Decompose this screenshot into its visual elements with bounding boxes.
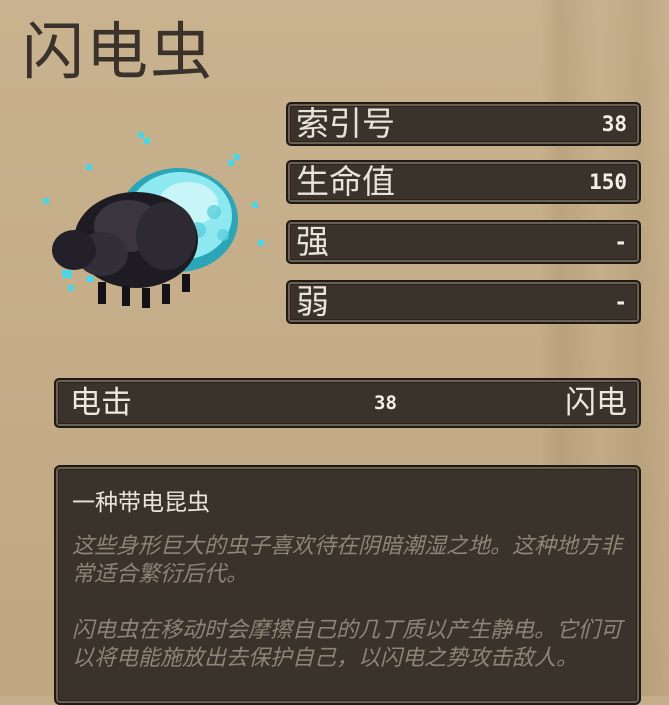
- stat-row-weak: 弱 -: [286, 280, 641, 324]
- stat-label: 强: [296, 222, 329, 261]
- stat-value: 38: [601, 112, 627, 136]
- attack-row: 电击 38 闪电: [54, 378, 641, 428]
- stat-label: 生命值: [296, 162, 395, 201]
- enemy-name-title: 闪电虫: [22, 15, 215, 88]
- stat-value: -: [614, 230, 627, 254]
- stat-label: 弱: [296, 282, 329, 321]
- attack-damage: 38: [374, 392, 397, 414]
- description-paragraph: 这些身形巨大的虫子喜欢待在阴暗潮湿之地。这种地方非常适合繁衍后代。: [72, 534, 623, 587]
- stat-value: 150: [589, 170, 627, 194]
- attack-name: 电击: [70, 385, 132, 421]
- description-paragraph: 闪电虫在移动时会摩擦自己的几丁质以产生静电。它们可以将电能施放出去保护自己，以闪…: [72, 618, 623, 671]
- description-heading: 一种带电昆虫: [72, 490, 210, 516]
- description-panel[interactable]: 一种带电昆虫 这些身形巨大的虫子喜欢待在阴暗潮湿之地。这种地方非常适合繁衍后代。…: [54, 465, 641, 705]
- stat-row-hp: 生命值 150: [286, 160, 641, 204]
- lightning-bug-icon: [43, 132, 264, 308]
- attack-element: 闪电: [565, 385, 627, 421]
- stat-row-index: 索引号 38: [286, 102, 641, 146]
- stat-row-strong: 强 -: [286, 220, 641, 264]
- stat-value: -: [614, 290, 627, 314]
- stat-label: 索引号: [296, 104, 395, 143]
